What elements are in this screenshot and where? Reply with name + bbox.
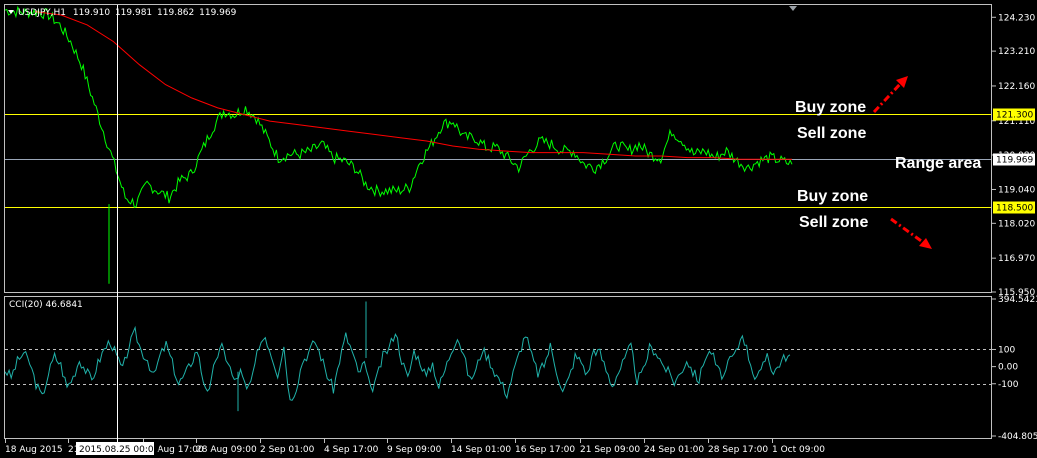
price-tick-label: 124.230: [998, 13, 1035, 23]
chart-canvas[interactable]: 124.230123.210122.160121.110120.080119.0…: [0, 0, 1037, 458]
range-area-label: Range area: [895, 155, 981, 172]
level-price-label: 118.500: [996, 204, 1033, 214]
cci-tick-label: -100: [998, 380, 1019, 390]
cci-tick-label: -404.805: [998, 432, 1037, 442]
main-price-axis: 124.230123.210122.160121.110120.080119.0…: [992, 13, 1035, 298]
trading-chart-window: 124.230123.210122.160121.110120.080119.0…: [0, 0, 1037, 458]
time-tick-label: 18 Aug 2015: [5, 445, 63, 455]
time-tick-label: 16 Sep 17:00: [515, 445, 575, 455]
time-tick-label: 28 Aug 09:00: [196, 445, 257, 455]
indicator-label: CCI(20) 46.6841: [9, 300, 83, 310]
current-price-label: 119.969: [996, 156, 1033, 166]
time-tick-label: 4 Sep 17:00: [324, 445, 379, 455]
price-tick-label: 116.970: [998, 254, 1035, 264]
price-tick-label: 118.020: [998, 219, 1035, 229]
price-tick-label: 119.040: [998, 185, 1035, 195]
buy-zone-lower-label: Buy zone: [797, 188, 868, 205]
indicator-axis: 394.5423 100 0.00 -100 -404.805: [992, 295, 1037, 442]
sell-zone-lower-label: Sell zone: [799, 214, 868, 231]
indicator-frame: [4, 296, 992, 439]
time-tick-label: 14 Sep 01:00: [451, 445, 511, 455]
time-tick-label: 21 Sep 09:00: [580, 445, 640, 455]
crosshair-time-label: 2015.08.25 00:00: [79, 445, 160, 455]
price-tick-label: 123.210: [998, 47, 1035, 57]
level-price-label: 121.300: [996, 111, 1033, 121]
time-tick-label: 2 Sep 01:00: [260, 445, 315, 455]
sell-zone-upper-label: Sell zone: [797, 125, 866, 142]
cci-tick-label: 100: [998, 345, 1015, 355]
symbol-label: USDJPY,H1 119.910 119.981 119.862 119.96…: [18, 8, 237, 18]
buy-zone-upper-label: Buy zone: [795, 99, 866, 116]
price-tick-label: 122.160: [998, 82, 1035, 92]
time-tick-label: 1 Oct 09:00: [772, 445, 825, 455]
cci-tick-label: 394.5423: [998, 295, 1037, 305]
cci-tick-label: 0.00: [998, 363, 1018, 373]
time-tick-label: 28 Sep 17:00: [708, 445, 768, 455]
time-tick-label: 24 Sep 01:00: [644, 445, 704, 455]
time-tick-label: 9 Sep 09:00: [387, 445, 442, 455]
main-chart-frame: [4, 4, 992, 293]
